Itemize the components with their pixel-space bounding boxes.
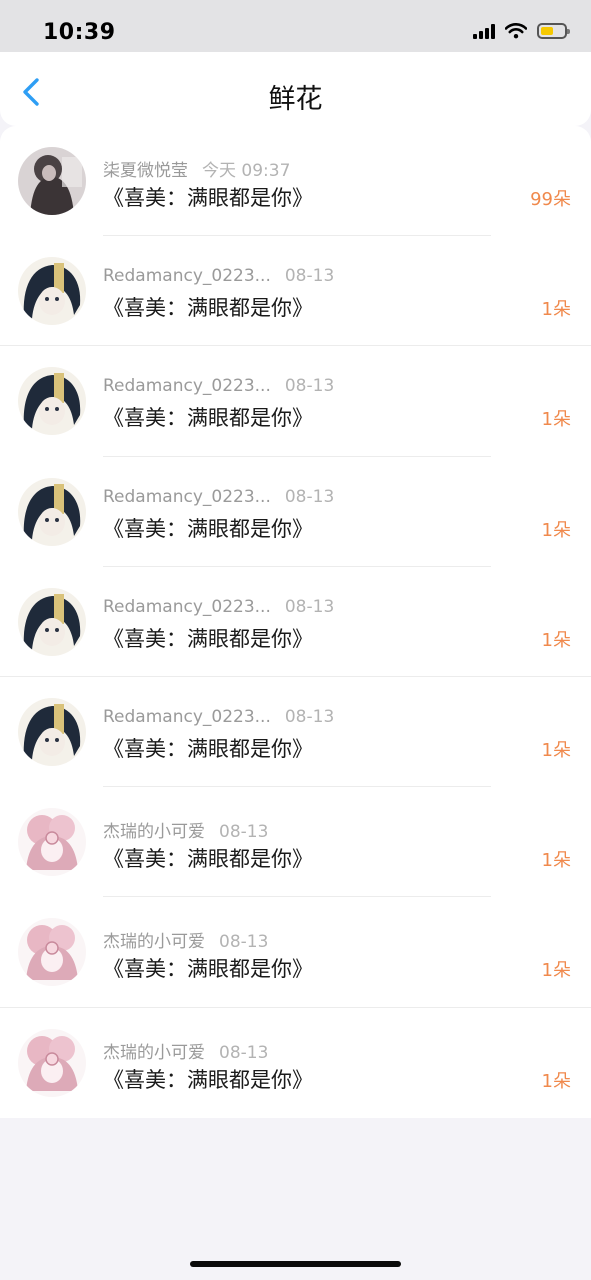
- sender-name: Redamancy_0223...: [103, 266, 271, 287]
- sender-line: Redamancy_0223... 08-13: [103, 487, 334, 507]
- home-indicator[interactable]: [190, 1261, 401, 1267]
- flower-count: 1朵: [541, 409, 571, 431]
- avatar[interactable]: [18, 808, 86, 877]
- status-icons: [473, 23, 570, 39]
- sender-line: Redamancy_0223... 08-13: [103, 266, 334, 286]
- sender-line: Redamancy_0223... 08-13: [103, 376, 334, 396]
- send-date: 08-13: [284, 486, 335, 507]
- wifi-icon: [505, 23, 527, 39]
- sender-name: Redamancy_0223...: [103, 596, 271, 617]
- avatar[interactable]: [18, 147, 86, 215]
- sender-name: Redamancy_0223...: [103, 706, 271, 727]
- list-item[interactable]: Redamancy_0223... 08-13 《喜美：满眼都是你》 1朵: [0, 236, 591, 347]
- battery-icon: [537, 23, 570, 39]
- avatar[interactable]: [18, 697, 86, 766]
- sender-line: Redamancy_0223... 08-13: [103, 707, 334, 727]
- sender-name: Redamancy_0223...: [103, 376, 271, 397]
- gift-name: 《喜美：满眼都是你》: [103, 186, 313, 210]
- send-date: 08-13: [219, 822, 269, 843]
- sender-line: 杰瑞的小可爱 08-13: [103, 1038, 268, 1063]
- status-bar: 10:39: [0, 0, 591, 52]
- flower-count: 1朵: [541, 739, 571, 761]
- avatar[interactable]: [18, 587, 86, 656]
- sender-name: 柒夏微悦莹: [103, 161, 188, 181]
- flower-count: 1朵: [541, 960, 571, 982]
- gift-name: 《喜美：满眼都是你》: [103, 626, 313, 651]
- sender-line: 杰瑞的小可爱 08-13: [103, 817, 268, 842]
- avatar[interactable]: [18, 477, 86, 546]
- sender-line: 柒夏微悦莹 今天 09:37: [103, 156, 290, 181]
- list-item[interactable]: Redamancy_0223... 08-13 《喜美：满眼都是你》 1朵: [0, 567, 591, 677]
- flower-gift-list: 柒夏微悦莹 今天 09:37 《喜美：满眼都是你》 99朵 Redamancy_0…: [0, 126, 591, 1118]
- avatar[interactable]: [18, 1028, 86, 1097]
- flower-count: 1朵: [541, 1070, 571, 1092]
- list-item[interactable]: 柒夏微悦莹 今天 09:37 《喜美：满眼都是你》 99朵: [0, 126, 591, 237]
- gift-name: 《喜美：满眼都是你》: [103, 847, 313, 872]
- nav-bar: 鲜花: [0, 52, 591, 126]
- list-item[interactable]: 杰瑞的小可爱 08-13 《喜美：满眼都是你》 1朵: [0, 897, 591, 1008]
- send-date: 08-13: [284, 706, 335, 727]
- gift-name: 《喜美：满眼都是你》: [103, 516, 313, 541]
- status-time: 10:39: [43, 20, 116, 45]
- send-date: 08-13: [219, 1042, 269, 1063]
- avatar[interactable]: [18, 367, 86, 436]
- cellular-signal-icon: [473, 23, 495, 39]
- send-date: 08-13: [219, 932, 269, 953]
- list-item[interactable]: Redamancy_0223... 08-13 《喜美：满眼都是你》 1朵: [0, 457, 591, 567]
- flower-count: 1朵: [541, 850, 571, 872]
- gift-name: 《喜美：满眼都是你》: [103, 406, 313, 431]
- flower-count: 99朵: [530, 189, 571, 210]
- flower-count: 1朵: [541, 519, 571, 541]
- send-date: 今天 09:37: [202, 161, 291, 181]
- avatar[interactable]: [18, 918, 86, 987]
- send-date: 08-13: [284, 266, 335, 287]
- list-item[interactable]: Redamancy_0223... 08-13 《喜美：满眼都是你》 1朵: [0, 346, 591, 457]
- avatar[interactable]: [18, 257, 86, 326]
- sender-name: 杰瑞的小可爱: [103, 932, 205, 953]
- list-item[interactable]: 杰瑞的小可爱 08-13 《喜美：满眼都是你》 1朵: [0, 1008, 591, 1118]
- list-item[interactable]: 杰瑞的小可爱 08-13 《喜美：满眼都是你》 1朵: [0, 787, 591, 898]
- sender-line: Redamancy_0223... 08-13: [103, 597, 334, 617]
- sender-name: 杰瑞的小可爱: [103, 822, 205, 843]
- send-date: 08-13: [284, 596, 335, 617]
- flower-count: 1朵: [541, 629, 571, 651]
- sender-name: 杰瑞的小可爱: [103, 1042, 205, 1063]
- page-title: 鲜花: [268, 84, 323, 115]
- gift-name: 《喜美：满眼都是你》: [103, 957, 313, 982]
- gift-name: 《喜美：满眼都是你》: [103, 1067, 313, 1092]
- send-date: 08-13: [284, 376, 335, 397]
- list-item[interactable]: Redamancy_0223... 08-13 《喜美：满眼都是你》 1朵: [0, 677, 591, 788]
- flower-count: 1朵: [541, 299, 571, 321]
- gift-name: 《喜美：满眼都是你》: [103, 736, 313, 761]
- gift-name: 《喜美：满眼都是你》: [103, 296, 313, 321]
- sender-name: Redamancy_0223...: [103, 486, 271, 507]
- sender-line: 杰瑞的小可爱 08-13: [103, 927, 268, 952]
